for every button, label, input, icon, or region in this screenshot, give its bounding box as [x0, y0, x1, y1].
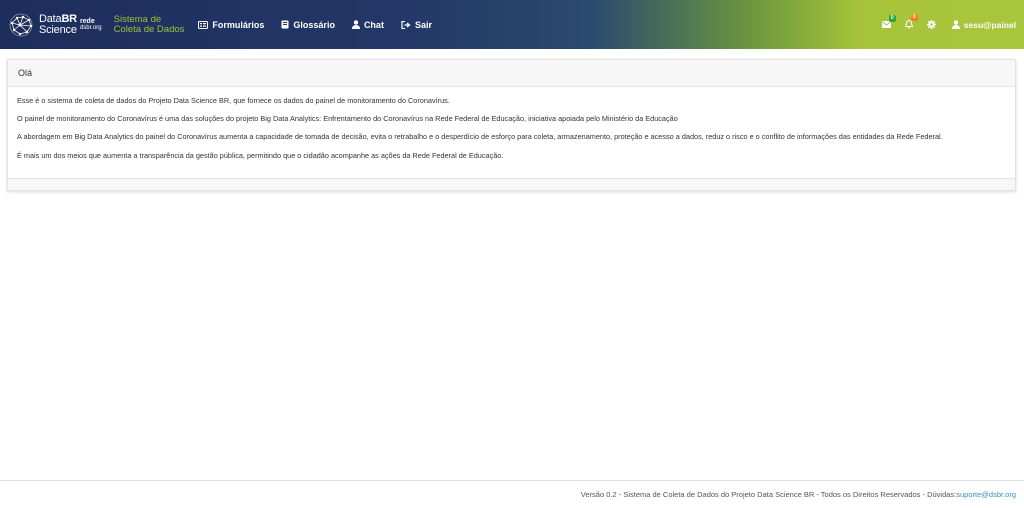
messages-button[interactable]: 0 [881, 15, 896, 28]
main-menu: Formulários Glossário Chat Sair [198, 20, 449, 30]
menu-glossario-label: Glossário [293, 19, 335, 30]
top-navbar: DataBR Science rede dsbr.org Sistema de … [0, 0, 1024, 49]
footer-text: Versão 0.2 - Sistema de Coleta de Dados … [580, 490, 957, 499]
settings-button[interactable] [926, 20, 936, 29]
gear-icon [926, 20, 936, 29]
brand-rede-label: rede [79, 17, 95, 25]
system-title-line2: Coleta de Dados [113, 23, 185, 35]
brand-logo[interactable]: DataBR Science rede dsbr.org [6, 0, 102, 49]
brand-br: BR [61, 12, 77, 25]
messages-badge: 0 [888, 15, 896, 22]
logout-icon [401, 20, 411, 29]
card-header: Olá [8, 60, 1015, 87]
menu-sair[interactable]: Sair [401, 20, 432, 30]
user-icon [351, 20, 360, 29]
menu-sair-label: Sair [414, 19, 432, 30]
menu-chat[interactable]: Chat [351, 19, 384, 30]
menu-formularios-label: Formulários [212, 19, 265, 30]
notifications-button[interactable]: 0 [904, 14, 918, 29]
book-icon [281, 20, 289, 29]
user-name: sesu@painel [963, 19, 1016, 30]
brand-rede: rede dsbr.org [80, 18, 102, 32]
envelope-icon [881, 21, 891, 28]
navbar-right: 0 0 sesu@painel [868, 0, 1016, 49]
intro-paragraph-2: O painel de monitoramento do Coronavírus… [17, 114, 678, 124]
menu-glossario[interactable]: Glossário [281, 20, 335, 30]
user-icon [951, 20, 960, 29]
bell-icon [904, 20, 913, 29]
page-footer: Versão 0.2 - Sistema de Coleta de Dados … [0, 480, 1024, 508]
notifications-badge: 0 [910, 14, 918, 21]
brand-data: Data [39, 12, 62, 25]
intro-paragraph-3: A abordagem em Big Data Analytics do pai… [17, 132, 943, 142]
user-menu[interactable]: sesu@painel [951, 19, 1016, 30]
brain-network-icon [9, 13, 33, 36]
intro-paragraph-4: É mais um dos meios que aumenta a transp… [17, 150, 504, 160]
brand-domain: dsbr.org [79, 24, 102, 31]
menu-formularios[interactable]: Formulários [198, 20, 264, 30]
welcome-card: Olá Esse é o sistema de coleta de dados … [7, 59, 1016, 191]
card-body: Esse é o sistema de coleta de dados do P… [8, 87, 1015, 175]
form-icon [198, 20, 209, 29]
intro-paragraph-1: Esse é o sistema de coleta de dados do P… [17, 96, 450, 105]
card-title: Olá [18, 68, 33, 78]
brand-science: Science [39, 23, 77, 36]
menu-chat-label: Chat [363, 19, 384, 30]
card-footer [8, 178, 1015, 190]
system-title-line1: Sistema de [113, 13, 162, 25]
support-email-link[interactable]: suporte@dsbr.org [956, 490, 1016, 499]
system-title: Sistema de Coleta de Dados [113, 13, 185, 35]
brand-wordmark: DataBR Science [39, 12, 77, 36]
